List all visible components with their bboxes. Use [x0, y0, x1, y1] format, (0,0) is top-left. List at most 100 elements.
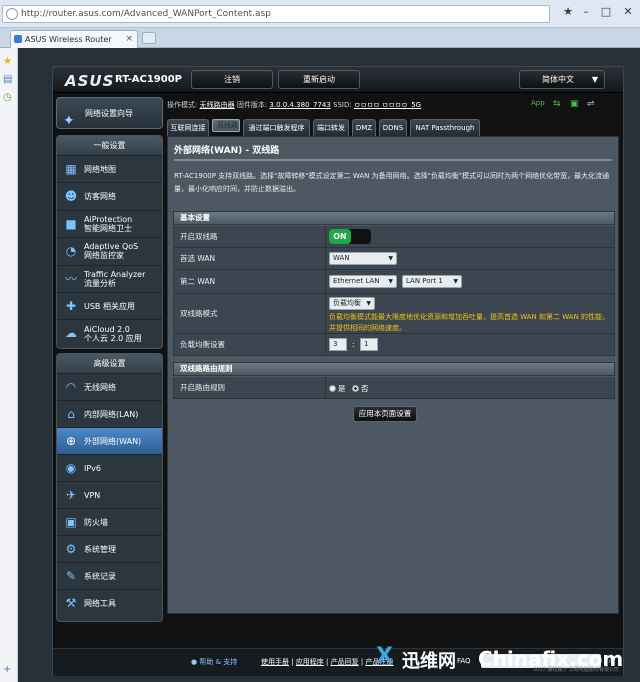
magic-wand-icon: ✦	[63, 113, 75, 129]
sidebar-item-aiprotection[interactable]: ■ AiProtection 智能网络卫士	[57, 211, 162, 239]
routing-no-radio[interactable]: 否	[352, 383, 369, 394]
site-info-icon[interactable]	[6, 8, 18, 20]
sidebar-item-sublabel: 智能网络卫士	[84, 223, 132, 233]
sidebar-item-network-map[interactable]: ▦ 网络地图	[57, 156, 162, 184]
dual-wan-mode-value: 负载均衡	[333, 299, 361, 307]
address-bar[interactable]: http://router.asus.com/Advanced_WANPort_…	[2, 5, 550, 23]
routing-yes-radio[interactable]: 是	[329, 383, 346, 394]
tab-dual-wan[interactable]: 双线路	[212, 119, 240, 132]
primary-wan-select[interactable]: WAN ▼	[329, 252, 397, 265]
sidebar-item-ipv6[interactable]: ◉ IPv6	[57, 455, 162, 482]
setup-wizard-button[interactable]: ✦ 网络设置向导	[56, 97, 163, 129]
sidebar-item-guest-network[interactable]: ☻ 访客网络	[57, 183, 162, 211]
reading-icon[interactable]: ▤	[3, 74, 12, 85]
watermark: X 迅维网 Chinafix.com	[370, 641, 638, 679]
maximize-button[interactable]: □	[598, 4, 614, 20]
tab-dmz[interactable]: DMZ	[352, 119, 376, 136]
watermark-en: Chinafix.com	[478, 647, 624, 671]
usb-status-icon[interactable]: ⇆	[553, 99, 561, 109]
network-map-icon: ▦	[65, 162, 77, 176]
lock-icon: ■	[65, 216, 77, 231]
minimize-button[interactable]: –	[578, 4, 594, 20]
log-icon: ✎	[65, 569, 77, 583]
dual-wan-panel: 外部网络(WAN) - 双线路 RT-AC1900P 支持双线路。选择"故障转移…	[167, 136, 619, 614]
load-balance-hint: 负载均衡模式能最大限度地优化资源和增加吞吐量，提高首选 WAN 和第二 WAN …	[329, 313, 610, 332]
close-window-button[interactable]: ✕	[620, 4, 636, 20]
sidebar-item-wireless[interactable]: ◠ 无线网络	[57, 374, 162, 401]
mode-value[interactable]: 无线路由器	[200, 101, 235, 109]
sidebar-item-sublabel: 流量分析	[84, 278, 116, 288]
traffic-chart-icon: 〰	[64, 271, 77, 286]
app-link[interactable]: App	[531, 99, 545, 107]
tab-port-trigger[interactable]: 通过端口触发程序	[243, 119, 310, 136]
apply-button[interactable]: 应用本页面设置	[353, 406, 417, 422]
tab-nat-passthrough[interactable]: NAT Passthrough	[410, 119, 480, 136]
close-tab-icon[interactable]: ×	[125, 31, 133, 48]
ssid-label: SSID:	[333, 101, 352, 109]
primary-wan-value: WAN	[333, 254, 350, 262]
manual-link[interactable]: 使用手册	[261, 658, 289, 666]
ssid-value[interactable]: ㅁㅁㅁㅁ ㅁㅁㅁㅁ_5G	[354, 101, 421, 109]
sidebar-item-firewall[interactable]: ▣ 防火墙	[57, 509, 162, 536]
usb-device-icon[interactable]: ⇌	[587, 99, 595, 109]
secondary-port-select[interactable]: LAN Port 1 ▼	[402, 275, 462, 288]
add-icon[interactable]: +	[3, 664, 11, 675]
sidebar-item-label: 系统管理	[84, 544, 116, 554]
star-icon[interactable]: ★	[560, 4, 576, 20]
toggle-on-label: ON	[329, 229, 351, 244]
sidebar-item-aicloud[interactable]: ☁ AiCloud 2.0 个人云 2.0 应用	[57, 320, 162, 347]
feedback-link[interactable]: 产品回复	[331, 658, 359, 666]
routing-no-label: 否	[361, 384, 369, 393]
browser-tab[interactable]: ASUS Wireless Router ×	[10, 30, 138, 48]
browser-side-strip: ★ ▤ ◷ +	[0, 48, 18, 682]
sidebar-item-lan[interactable]: ⌂ 内部网络(LAN)	[57, 401, 162, 428]
router-topbar: ASUS RT-AC1900P 注销 重新启动 简体中文 ▼	[53, 67, 623, 93]
secondary-wan-select[interactable]: Ethernet LAN ▼	[329, 275, 397, 288]
help-support-link[interactable]: ● 帮助 & 支持	[191, 657, 237, 667]
dual-wan-mode-label: 双线路模式	[180, 294, 326, 333]
utility-link[interactable]: 应用程序	[296, 658, 324, 666]
sidebar-item-usb-apps[interactable]: ✚ USB 相关应用	[57, 293, 162, 321]
ipv6-icon: ◉	[65, 461, 77, 475]
chevron-down-icon: ▼	[366, 300, 371, 307]
reboot-button[interactable]: 重新启动	[278, 70, 360, 89]
speedometer-icon: ◔	[65, 244, 77, 259]
load-balance-primary-input[interactable]: 3	[329, 338, 347, 351]
wizard-label: 网络设置向导	[85, 109, 133, 118]
history-icon[interactable]: ◷	[3, 92, 12, 103]
sidebar-item-label: AiCloud 2.0	[84, 325, 130, 335]
sidebar-item-network-tools[interactable]: ⚒ 网络工具	[57, 590, 162, 617]
browser-tabbar: ASUS Wireless Router ×	[0, 28, 640, 48]
logout-button[interactable]: 注销	[191, 70, 273, 89]
load-balance-secondary-input[interactable]: 1	[360, 338, 378, 351]
network-status-icon[interactable]: ▣	[570, 99, 579, 109]
tab-internet-connection[interactable]: 互联网连接	[167, 119, 209, 136]
sidebar-item-traffic-analyzer[interactable]: 〰 Traffic Analyzer 流量分析	[57, 266, 162, 293]
sidebar-item-label: 访客网络	[84, 192, 116, 202]
language-select[interactable]: 简体中文 ▼	[519, 70, 605, 89]
new-tab-button[interactable]	[142, 32, 156, 44]
tab-port-forwarding[interactable]: 端口转发	[313, 119, 349, 136]
favorites-icon[interactable]: ★	[3, 56, 12, 67]
sidebar-item-wan[interactable]: ⊕ 外部网络(WAN)	[57, 428, 162, 455]
sidebar-item-vpn[interactable]: ✈ VPN	[57, 482, 162, 509]
tab-ddns[interactable]: DDNS	[379, 119, 407, 136]
sidebar-item-system-log[interactable]: ✎ 系统记录	[57, 563, 162, 590]
sidebar-item-label: 防火墙	[84, 517, 108, 527]
sidebar-item-label: 系统记录	[84, 571, 116, 581]
favicon-icon	[14, 35, 22, 43]
sidebar-item-adaptive-qos[interactable]: ◔ Adaptive QoS 网络监控家	[57, 238, 162, 266]
dual-wan-toggle[interactable]: ON	[329, 229, 371, 244]
enable-dual-wan-row: 开启双线路 ON	[173, 226, 615, 248]
chevron-down-icon: ▼	[388, 255, 393, 262]
sidebar-item-label: AiProtection	[84, 214, 133, 224]
sidebar-item-administration[interactable]: ⚙ 系统管理	[57, 536, 162, 563]
browser-titlebar: http://router.asus.com/Advanced_WANPort_…	[0, 0, 640, 28]
vpn-icon: ✈	[65, 488, 77, 502]
sidebar-item-label: Adaptive QoS	[84, 242, 139, 252]
sidebar-item-label: Traffic Analyzer	[84, 269, 146, 279]
chevron-down-icon: ▼	[591, 75, 598, 84]
firmware-value[interactable]: 3.0.0.4.380_7743	[269, 101, 330, 109]
dual-wan-mode-select[interactable]: 负载均衡 ▼	[329, 297, 375, 310]
help-label: 帮助 & 支持	[199, 658, 238, 666]
